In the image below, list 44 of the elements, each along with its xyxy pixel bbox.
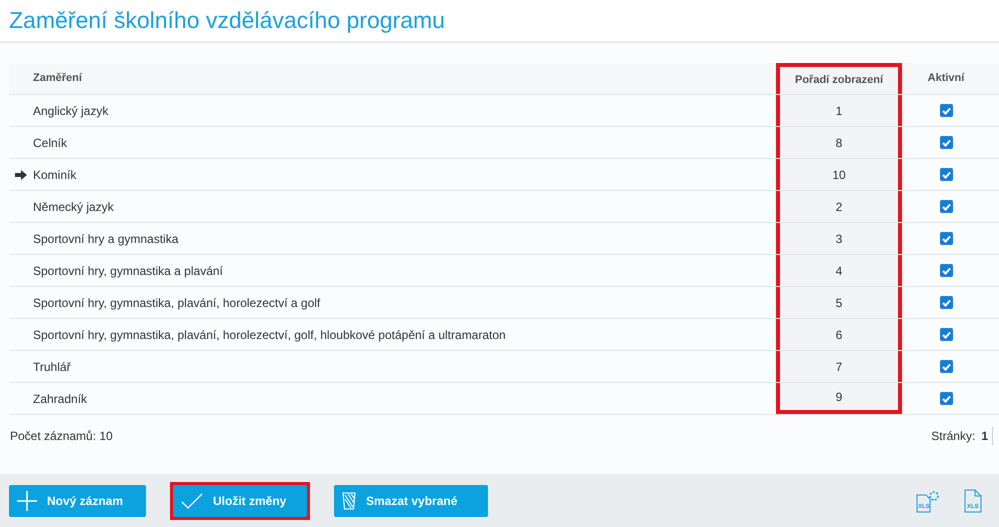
table-cell-text: Sportovní hry, gymnastika, plavání, horolezectví, golf, hloubkové potápění a ultramaraton xyxy=(33,326,506,344)
trash-icon xyxy=(342,492,356,510)
column-header[interactable]: Aktivní xyxy=(902,63,990,94)
save-button[interactable]: Uložit změny xyxy=(173,484,307,516)
table-cell-text: 2 xyxy=(836,198,842,216)
checkbox[interactable] xyxy=(940,296,952,309)
row-pointer-icon xyxy=(15,170,27,180)
checkmark-icon xyxy=(181,492,203,508)
checkbox[interactable] xyxy=(940,328,952,341)
table-cell-text: Sportovní hry, gymnastika, plavání, horolezectví a golf xyxy=(33,294,320,312)
table-cell-text: Zahradník xyxy=(33,390,88,408)
table-cell-text: 5 xyxy=(836,294,842,312)
table-cell-text: Truhlář xyxy=(33,358,71,376)
table-cell-text: Anglický jazyk xyxy=(33,102,108,120)
table-cell-text: 6 xyxy=(836,326,842,344)
table-cell-text: 1 xyxy=(836,102,842,120)
checkbox[interactable] xyxy=(940,232,952,245)
checkbox[interactable] xyxy=(940,360,952,373)
page-number[interactable]: 1 xyxy=(981,427,988,445)
column-header[interactable]: Zaměření xyxy=(9,63,776,94)
table-cell-text: Sportovní hry, gymnastika a plavání xyxy=(33,262,223,280)
new-record-button[interactable]: Nový záznam xyxy=(9,484,146,516)
table-cell-text: Německý jazyk xyxy=(33,198,114,216)
checkbox[interactable] xyxy=(940,104,952,117)
checkbox[interactable] xyxy=(940,136,952,149)
table-cell-text: 9 xyxy=(836,388,842,406)
table-cell-text: Sportovní hry a gymnastika xyxy=(33,230,178,248)
checkbox[interactable] xyxy=(940,200,952,213)
table-cell-text: 3 xyxy=(836,230,842,248)
table-cell-text: 4 xyxy=(836,262,842,280)
checkbox[interactable] xyxy=(940,392,952,405)
checkbox[interactable] xyxy=(940,168,952,181)
record-count: Počet záznamů: 10 xyxy=(10,428,113,445)
table-cell-text: Celník xyxy=(33,134,68,152)
pages-label: Stránky: xyxy=(931,428,976,445)
checkbox[interactable] xyxy=(940,264,952,277)
table-cell-text: 7 xyxy=(836,358,842,376)
page-title: Zaměření školního vzdělávacího programu xyxy=(9,9,445,32)
table-cell-text: 10 xyxy=(832,166,846,184)
table-cell-text: Kominík xyxy=(33,166,76,184)
plus-icon xyxy=(17,490,37,510)
table-cell-text: 8 xyxy=(836,134,842,152)
column-header[interactable]: Pořadí zobrazení xyxy=(776,63,902,94)
delete-button[interactable]: Smazat vybrané xyxy=(334,484,488,516)
